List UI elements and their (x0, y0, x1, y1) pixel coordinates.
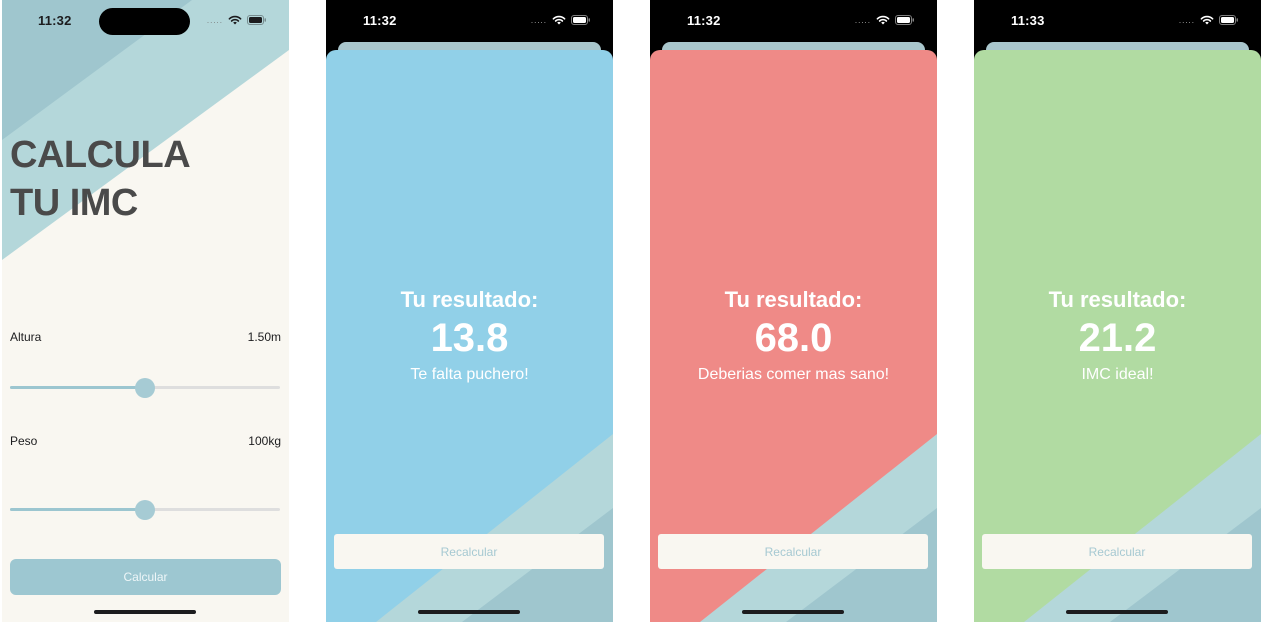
result-message: Te falta puchero! (410, 366, 529, 383)
status-time: 11:32 (363, 13, 397, 28)
battery-icon (1219, 14, 1238, 25)
wifi-icon (552, 15, 566, 24)
home-indicator (1066, 610, 1168, 614)
recalculate-button[interactable]: Recalcular (334, 534, 604, 569)
slider-thumb[interactable] (135, 500, 155, 520)
slider-thumb[interactable] (135, 378, 155, 398)
result-sheet: Tu resultado: 21.2 IMC ideal! Recalcular (974, 50, 1261, 622)
result-sheet: Tu resultado: 13.8 Te falta puchero! Rec… (326, 50, 613, 622)
result-message: IMC ideal! (1081, 366, 1154, 383)
home-indicator (94, 610, 196, 614)
result-value: 13.8 (430, 316, 509, 360)
result-heading: Tu resultado: (400, 287, 539, 312)
status-bar: 11:32 ..... (2, 0, 289, 42)
battery-icon (571, 14, 590, 25)
signal-icon: ..... (854, 16, 871, 25)
calculate-button[interactable]: Calcular (10, 559, 281, 595)
result-screen-underweight: 11:32 ..... Tu resultado: 13.8 Te falta … (326, 0, 613, 622)
wifi-icon (876, 15, 890, 24)
result-screen-ideal: 11:33 ..... Tu resultado: 21.2 IMC ideal… (974, 0, 1261, 622)
home-indicator (742, 610, 844, 614)
wifi-icon (1200, 15, 1214, 24)
slider-fill (10, 386, 145, 389)
home-indicator (418, 610, 520, 614)
wifi-icon (228, 15, 242, 24)
dynamic-island (99, 8, 190, 35)
slider-fill (10, 508, 145, 511)
result-screen-obese: 11:32 ..... Tu resultado: 68.0 Deberias … (650, 0, 937, 622)
weight-label: Peso (10, 434, 38, 448)
imc-input-screen: 11:32 ..... CALCULA TU IMC Altura 1.50m … (2, 0, 289, 622)
battery-icon (895, 14, 914, 25)
result-heading: Tu resultado: (1048, 287, 1187, 312)
result-sheet: Tu resultado: 68.0 Deberias comer mas sa… (650, 50, 937, 622)
height-slider[interactable] (10, 377, 280, 399)
result-value: 68.0 (754, 316, 833, 360)
status-icons: ..... (531, 14, 591, 25)
recalculate-button[interactable]: Recalcular (982, 534, 1252, 569)
status-icons: ..... (207, 14, 267, 25)
recalculate-button[interactable]: Recalcular (658, 534, 928, 569)
title-line-2: TU IMC (10, 182, 138, 224)
battery-icon (247, 14, 266, 25)
status-bar: 11:33 ..... (974, 0, 1261, 42)
title-line-1: CALCULA (10, 134, 191, 176)
status-time: 11:33 (1011, 13, 1045, 28)
weight-slider[interactable] (10, 499, 280, 521)
signal-icon: ..... (530, 16, 547, 25)
status-time: 11:32 (38, 13, 72, 28)
weight-value: 100kg (248, 434, 281, 448)
height-label: Altura (10, 330, 42, 344)
status-bar: 11:32 ..... (326, 0, 613, 42)
background-diagonal-stripes (2, 0, 289, 260)
result-heading: Tu resultado: (724, 287, 863, 312)
height-value: 1.50m (247, 330, 281, 344)
signal-icon: ..... (1178, 16, 1195, 25)
result-value: 21.2 (1078, 316, 1157, 360)
result-message: Deberias comer mas sano! (697, 366, 890, 383)
status-icons: ..... (855, 14, 915, 25)
signal-icon: ..... (206, 16, 223, 25)
status-bar: 11:32 ..... (650, 0, 937, 42)
status-time: 11:32 (687, 13, 721, 28)
status-icons: ..... (1179, 14, 1239, 25)
